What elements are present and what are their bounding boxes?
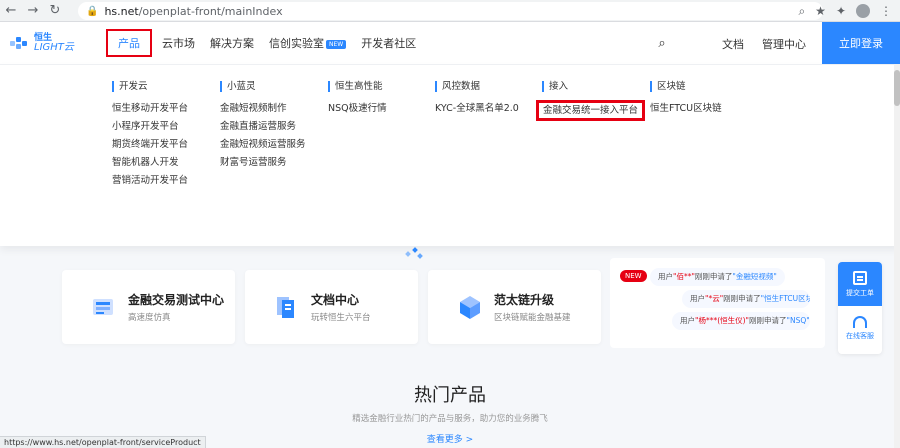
extensions-icon[interactable]: ✦ bbox=[836, 4, 846, 18]
feed-user: "杨***(恒生仪)" bbox=[695, 316, 750, 325]
menu-col-risk-data: 风控数据 KYC-全球黑名单2.0 bbox=[435, 81, 519, 118]
nav-solutions[interactable]: 解决方案 bbox=[210, 35, 254, 51]
zoom-icon[interactable]: ⌕ bbox=[798, 4, 805, 19]
menu-item[interactable]: 财富号运营服务 bbox=[220, 154, 306, 172]
col-title: 接入 bbox=[542, 81, 645, 92]
browser-toolbar: ← → ↻ 🔒 hs.net/openplat-front/mainIndex … bbox=[0, 0, 900, 22]
login-button[interactable]: 立即登录 bbox=[822, 22, 900, 64]
col-title: 恒生高性能 bbox=[328, 81, 387, 92]
nav-xinchuang-lab-label: 信创实验室 bbox=[269, 37, 324, 50]
menu-item[interactable]: 金融短视频制作 bbox=[220, 100, 306, 118]
site-logo[interactable]: 恒生 LIGHT云 bbox=[10, 30, 90, 56]
back-icon[interactable]: ← bbox=[0, 0, 22, 22]
menu-item[interactable]: NSQ极速行情 bbox=[328, 100, 387, 118]
col-title: 开发云 bbox=[112, 81, 188, 92]
documents-icon bbox=[273, 293, 301, 321]
feed-text: 刚刚申请了 bbox=[749, 316, 787, 325]
logo-bottom-text: LIGHT云 bbox=[34, 42, 74, 53]
card-subtitle: 区块链赋能金融基建 bbox=[494, 313, 571, 323]
products-dropdown: 开发云 恒生移动开发平台 小程序开发平台 期货终端开发平台 智能机器人开发 营销… bbox=[0, 64, 900, 246]
feed-item[interactable]: 用户"杨***(恒生仪)"刚刚申请了"NSQ" bbox=[672, 312, 810, 330]
feed-item[interactable]: 用户"*云"刚刚申请了"恒生FTCU区块链" bbox=[682, 290, 810, 308]
col-title: 风控数据 bbox=[435, 81, 519, 92]
menu-item[interactable]: 智能机器人开发 bbox=[112, 154, 188, 172]
feed-text: 刚刚申请了 bbox=[694, 272, 733, 281]
feed-new-badge: NEW bbox=[620, 270, 647, 282]
reload-icon[interactable]: ↻ bbox=[44, 0, 66, 22]
col-title: 区块链 bbox=[650, 81, 722, 92]
feed-item[interactable]: 用户"佰**"刚刚申请了"金融短视频" bbox=[650, 268, 785, 286]
card-trading-test-center[interactable]: 金融交易测试中心 高速度仿真 bbox=[62, 270, 235, 344]
admin-center-link[interactable]: 管理中心 bbox=[762, 36, 806, 52]
bookmark-star-icon[interactable]: ★ bbox=[815, 4, 826, 18]
card-blockchain-upgrade[interactable]: 范太链升级 区块链赋能金融基建 bbox=[428, 270, 601, 344]
scrollbar-thumb[interactable] bbox=[894, 70, 900, 106]
section-subtitle: 精选金融行业热门的产品与服务，助力您的业务腾飞 bbox=[352, 414, 548, 424]
menu-col-blockchain: 区块链 恒生FTCU区块链 bbox=[650, 81, 722, 118]
submit-ticket-label: 提交工单 bbox=[846, 288, 874, 297]
address-bar[interactable]: 🔒 hs.net/openplat-front/mainIndex bbox=[78, 2, 823, 20]
section-title: 热门产品 bbox=[414, 385, 486, 406]
menu-item[interactable]: 小程序开发平台 bbox=[112, 118, 188, 136]
feed-text: 用户 bbox=[658, 272, 673, 281]
menu-col-access: 接入 金融交易统一接入平台 bbox=[536, 81, 646, 121]
menu-item[interactable]: 营销活动开发平台 bbox=[112, 172, 188, 190]
feed-text: 用户 bbox=[680, 316, 695, 325]
online-support-label: 在线客服 bbox=[846, 331, 874, 340]
menu-item[interactable]: 金融短视频运营服务 bbox=[220, 136, 306, 154]
menu-item[interactable]: 恒生移动开发平台 bbox=[112, 100, 188, 118]
feed-text: 刚刚申请了 bbox=[723, 294, 761, 303]
url-host: hs.net bbox=[104, 4, 139, 18]
feed-product-link[interactable]: "恒生FTCU区块链" bbox=[761, 294, 810, 303]
server-icon bbox=[90, 293, 118, 321]
card-subtitle: 玩转恒生六平台 bbox=[311, 313, 371, 323]
profile-avatar[interactable] bbox=[856, 4, 870, 18]
card-title: 金融交易测试中心 bbox=[128, 293, 225, 307]
docs-link[interactable]: 文档 bbox=[722, 36, 744, 52]
carousel-indicator-icon bbox=[404, 247, 424, 259]
menu-col-high-performance: 恒生高性能 NSQ极速行情 bbox=[328, 81, 387, 118]
feed-user: "*云" bbox=[705, 294, 724, 303]
nav-products[interactable]: 产品 bbox=[106, 29, 152, 57]
menu-item[interactable]: KYC-全球黑名单2.0 bbox=[435, 100, 519, 118]
forward-icon[interactable]: → bbox=[22, 0, 44, 22]
menu-col-dev-cloud: 开发云 恒生移动开发平台 小程序开发平台 期货终端开发平台 智能机器人开发 营销… bbox=[112, 81, 188, 190]
headset-icon bbox=[853, 315, 867, 328]
feed-product-link[interactable]: "NSQ" bbox=[787, 316, 810, 325]
card-title: 文档中心 bbox=[311, 293, 360, 307]
nav-cloud-market[interactable]: 云市场 bbox=[162, 35, 195, 51]
lock-icon: 🔒 bbox=[86, 5, 99, 17]
feed-text: 用户 bbox=[690, 294, 705, 303]
menu-item[interactable]: 期货终端开发平台 bbox=[112, 136, 188, 154]
submit-ticket-button[interactable]: 提交工单 bbox=[838, 262, 882, 306]
feed-product-link[interactable]: "金融短视频" bbox=[732, 272, 776, 281]
main-nav: 产品 云市场 解决方案 信创实验室 NEW 开发者社区 bbox=[106, 22, 431, 64]
online-support-button[interactable]: 在线客服 bbox=[838, 306, 882, 350]
card-subtitle: 高速度仿真 bbox=[128, 313, 171, 323]
logo-mark-icon bbox=[10, 35, 30, 51]
nav-xinchuang-lab[interactable]: 信创实验室 NEW bbox=[269, 35, 347, 51]
side-float-panel: 提交工单 在线客服 bbox=[838, 262, 882, 354]
menu-item[interactable]: 金融直播运营服务 bbox=[220, 118, 306, 136]
cube-icon bbox=[456, 293, 484, 321]
nav-developer-community[interactable]: 开发者社区 bbox=[361, 35, 416, 51]
status-bar-url: https://www.hs.net/openplat-front/servic… bbox=[0, 436, 206, 448]
col-title: 小蓝灵 bbox=[220, 81, 306, 92]
search-icon[interactable]: ⌕ bbox=[648, 30, 676, 56]
menu-item-unified-access[interactable]: 金融交易统一接入平台 bbox=[536, 100, 646, 121]
ticket-icon bbox=[853, 270, 867, 285]
card-doc-center[interactable]: 文档中心 玩转恒生六平台 bbox=[245, 270, 418, 344]
menu-col-xiaolanling: 小蓝灵 金融短视频制作 金融直播运营服务 金融短视频运营服务 财富号运营服务 bbox=[220, 81, 306, 172]
menu-item[interactable]: 恒生FTCU区块链 bbox=[650, 100, 722, 118]
card-title: 范太链升级 bbox=[494, 293, 555, 307]
url-path: /openplat-front/mainIndex bbox=[138, 4, 283, 18]
feed-user: "佰**" bbox=[673, 272, 695, 281]
menu-icon[interactable]: ⋮ bbox=[880, 4, 892, 18]
new-badge: NEW bbox=[326, 39, 347, 49]
site-header: 恒生 LIGHT云 产品 云市场 解决方案 信创实验室 NEW 开发者社区 ⌕ 文… bbox=[0, 22, 900, 64]
